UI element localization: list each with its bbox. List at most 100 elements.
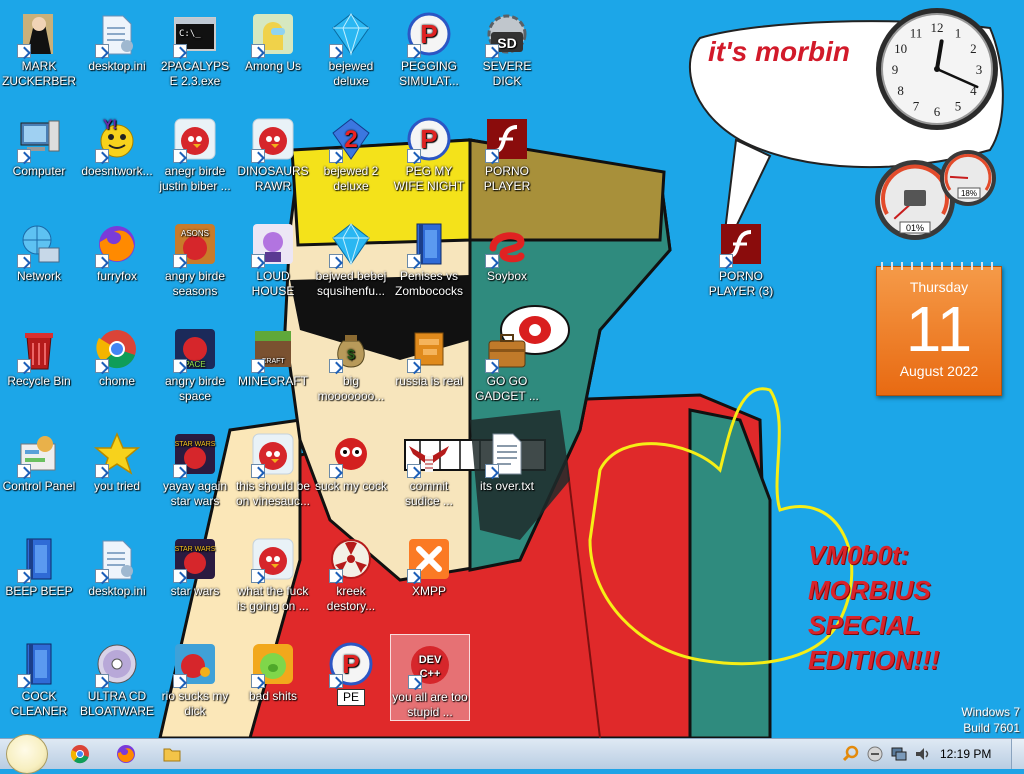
desktop-icon[interactable]: you tried <box>78 424 156 494</box>
desktop-icon[interactable]: desktop.ini <box>78 529 156 599</box>
desktop-icon[interactable]: rio sucks my dick <box>156 634 234 719</box>
desktop-icon[interactable]: chome <box>78 319 156 389</box>
desktop-icon[interactable]: DEV C++ you all are too stupid ... <box>390 634 470 721</box>
desktop-icon[interactable]: its over.txt <box>468 424 546 494</box>
desktop-icon[interactable]: STAR WARS star wars <box>156 529 234 599</box>
desktop-icon[interactable]: Y! doesntwork... <box>78 109 156 179</box>
desktop-icon[interactable]: COCK CLEANER <box>0 634 78 719</box>
wallpaper-bubble-text: it's morbin <box>708 36 850 67</box>
messenger-icon[interactable] <box>866 745 884 763</box>
desktop-icon[interactable]: PACE angry birde space <box>156 319 234 404</box>
clock-numeral: 10 <box>894 41 907 56</box>
cpu-meter-gadget[interactable]: 01% 18% <box>872 150 1002 242</box>
svg-text:STAR WARS: STAR WARS <box>175 441 216 448</box>
desktop-icon[interactable]: BEEP BEEP <box>0 529 78 599</box>
computer-icon <box>15 115 63 163</box>
mark-zuckerberg-icon <box>15 10 63 58</box>
svg-text:DEV: DEV <box>419 654 442 666</box>
ini-file-icon <box>93 10 141 58</box>
desktop-icon[interactable]: PORNO PLAYER <box>468 109 546 194</box>
angry-birds-star-wars-icon: STAR WARS <box>171 535 219 583</box>
desktop-icon[interactable]: what the fuck is going on ... <box>234 529 312 614</box>
desktop-icon[interactable]: commit sudice ... <box>390 424 468 509</box>
shortcut-arrow-icon <box>173 569 187 583</box>
recycle-bin-icon <box>15 325 63 373</box>
shortcut-arrow-icon <box>719 254 733 268</box>
desktop-icon-label: angry birde space <box>164 374 226 403</box>
taskbar-explorer-button[interactable] <box>152 742 192 766</box>
desktop-icon[interactable]: C:\_ 2PACALYPSE 2.3.exe <box>156 4 234 89</box>
desktop-icon[interactable]: Penises vs Zombococks <box>390 214 468 299</box>
desktop-icon[interactable]: desktop.ini <box>78 4 156 74</box>
desktop-icon[interactable]: Recycle Bin <box>0 319 78 389</box>
volume-icon[interactable] <box>914 745 932 763</box>
desktop-icon[interactable]: Soybox <box>468 214 546 284</box>
money-bag-icon: $ <box>327 325 375 373</box>
taskbar-chrome-button[interactable] <box>60 742 100 766</box>
desktop-icon[interactable]: Control Panel <box>0 424 78 494</box>
desktop-icon-label: you all are too stupid ... <box>392 690 468 719</box>
desktop-icon-label: PEG MY WIFE NIGHT <box>393 164 465 193</box>
shortcut-arrow-icon <box>407 44 421 58</box>
svg-text:SD: SD <box>497 35 516 51</box>
calendar-rings <box>877 262 1001 270</box>
desktop-icon[interactable]: 2 bejewed 2 deluxe <box>312 109 390 194</box>
desktop-icon[interactable]: $ big mooooooo... <box>312 319 390 404</box>
desktop-icon[interactable]: ULTRA CD BLOATWARE <box>78 634 156 719</box>
taskbar-firefox-button[interactable] <box>106 742 146 766</box>
start-button[interactable] <box>6 734 48 774</box>
desktop-icon[interactable]: CRAFT MINECRAFT <box>234 319 312 389</box>
desktop-icon[interactable]: XMPP <box>390 529 468 599</box>
desktop-icon[interactable]: Network <box>0 214 78 284</box>
desktop-icon[interactable]: DINOSAURS RAWR <box>234 109 312 194</box>
dev-cpp-icon: DEV C++ <box>406 641 454 689</box>
desktop-icon[interactable]: PORNO PLAYER (3) <box>702 214 780 299</box>
desktop-icon[interactable]: MARK ZUCKERBERG <box>0 4 78 89</box>
desktop[interactable]: it's morbin VM0b0t: MORBIUS SPECIAL EDIT… <box>0 0 1024 738</box>
desktop-icon-label: Among Us <box>244 59 302 73</box>
desktop-icon[interactable]: bejewed deluxe <box>312 4 390 89</box>
text-file-icon <box>483 430 531 478</box>
desktop-icon-label: LOUD HOUSE <box>251 269 295 298</box>
desktop-icon[interactable]: bad shits <box>234 634 312 704</box>
taskbar-clock[interactable]: 12:19 PM <box>940 747 991 761</box>
desktop-icon[interactable]: russia is real <box>390 319 468 389</box>
desktop-icon[interactable]: this should be on vinesauc... <box>234 424 312 509</box>
desktop-icon[interactable]: Among Us <box>234 4 312 74</box>
desktop-icon[interactable]: STAR WARS yayay again star wars <box>156 424 234 509</box>
desktop-icon[interactable]: SD SEVERE DICK <box>468 4 546 89</box>
desktop-icon-label: bejwed bebej squsihenfu... <box>315 269 387 298</box>
angry-bird-icon <box>249 430 297 478</box>
desktop-icon-label: 2PACALYPSE 2.3.exe <box>160 59 230 88</box>
shortcut-arrow-icon <box>173 254 187 268</box>
desktop-icon[interactable]: kreek destory... <box>312 529 390 614</box>
desktop-icon[interactable]: ASONS angry birde seasons <box>156 214 234 299</box>
desktop-icon-label: commit sudice ... <box>404 479 454 508</box>
search-icon[interactable] <box>842 745 860 763</box>
desktop-icon[interactable]: bejwed bebej squsihenfu... <box>312 214 390 299</box>
clock-gadget[interactable]: 1234567891011 12 <box>874 6 1000 132</box>
desktop-icon[interactable]: LOUD HOUSE <box>234 214 312 299</box>
show-desktop-button[interactable] <box>1011 739 1024 769</box>
desktop-icon[interactable]: furryfox <box>78 214 156 284</box>
rename-input[interactable]: PE <box>337 689 365 706</box>
desktop-icon[interactable]: anegr birde justin biber ... <box>156 109 234 194</box>
network-icon[interactable] <box>890 745 908 763</box>
desktop-icon[interactable]: GO GO GADGET ... <box>468 319 546 404</box>
desktop-icon[interactable]: P PE <box>312 634 390 706</box>
desktop-icon[interactable]: P PEGGING SIMULAT... <box>390 4 468 89</box>
shortcut-arrow-icon <box>95 674 109 688</box>
svg-text:C++: C++ <box>420 668 441 680</box>
desktop-icon-label: DINOSAURS RAWR <box>237 164 309 193</box>
watermark-line2: Build 7601 <box>963 721 1020 735</box>
desktop-icon[interactable]: suck my cock <box>312 424 390 494</box>
svg-text:2: 2 <box>344 126 357 153</box>
shortcut-arrow-icon <box>485 359 499 373</box>
desktop-icon[interactable]: P PEG MY WIFE NIGHT <box>390 109 468 194</box>
calendar-gadget[interactable]: Thursday 11 August 2022 <box>876 262 1002 396</box>
shortcut-arrow-icon <box>17 149 31 163</box>
sd-gear-icon: SD <box>483 10 531 58</box>
desktop-icon[interactable]: Computer <box>0 109 78 179</box>
desktop-icon-label: doesntwork... <box>81 164 153 178</box>
desktop-icon-label: what the fuck is going on ... <box>237 584 309 613</box>
